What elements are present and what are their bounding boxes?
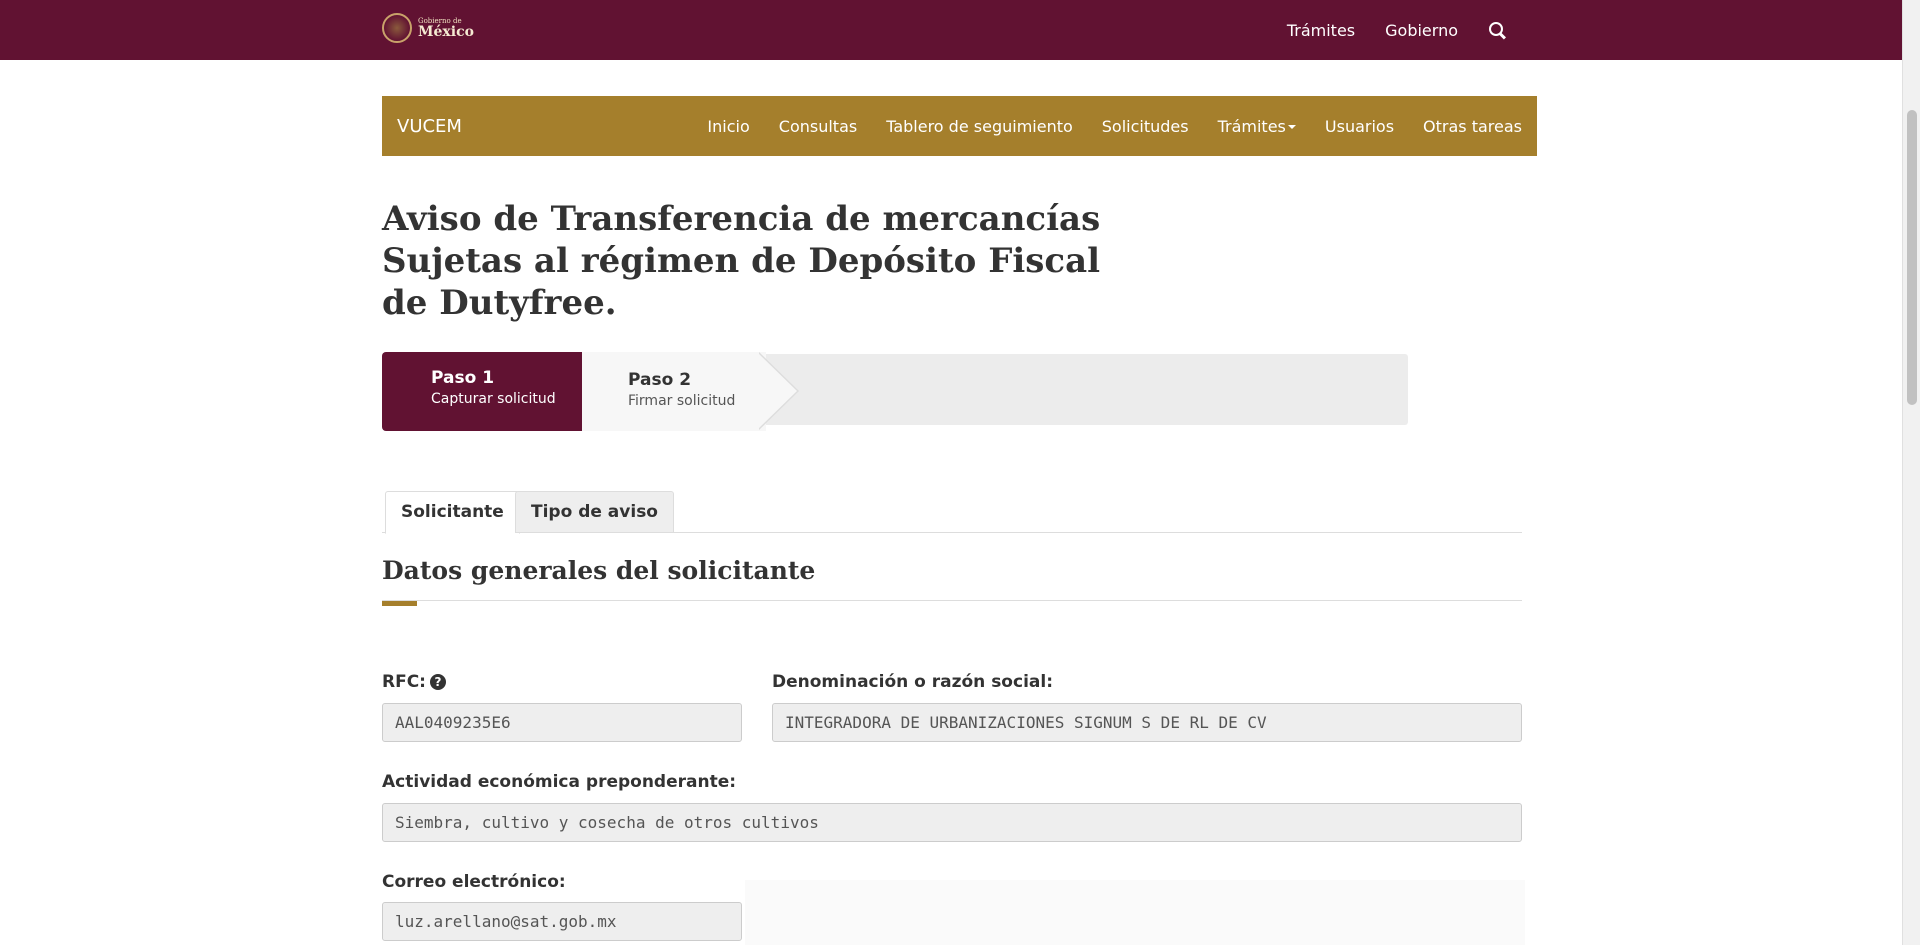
section-divider (382, 600, 1522, 601)
step-2-title: Paso 2 (628, 370, 692, 390)
actividad-label: Actividad económica preponderante: (382, 772, 737, 792)
menu-tramites-label: Trámites (1217, 116, 1286, 136)
step-1: Paso 1 Capturar solicitud (382, 352, 582, 431)
step-2-subtitle: Firmar solicitud (628, 393, 736, 409)
menu-solicitudes[interactable]: Solicitudes (1102, 117, 1189, 136)
menu-consultas[interactable]: Consultas (779, 117, 857, 136)
tab-tipo-de-aviso[interactable]: Tipo de aviso (515, 491, 674, 533)
correo-label: Correo electrónico: (382, 872, 566, 892)
menu-tramites-dropdown[interactable]: Trámites (1218, 117, 1296, 136)
menu-otras-tareas[interactable]: Otras tareas (1423, 117, 1522, 136)
search-icon[interactable] (1488, 21, 1506, 39)
menu-tablero[interactable]: Tablero de seguimiento (886, 117, 1073, 136)
section-title: Datos generales del solicitante (382, 556, 816, 585)
menu-usuarios[interactable]: Usuarios (1325, 117, 1394, 136)
menu-inicio[interactable]: Inicio (707, 117, 749, 136)
government-nav: Trámites Gobierno (1287, 0, 1506, 60)
government-header: Gobierno de México Trámites Gobierno (0, 0, 1902, 60)
vucem-brand[interactable]: VUCEM (397, 116, 462, 137)
wizard-stepper: Paso 1 Capturar solicitud Paso 2 Firmar … (382, 352, 1408, 431)
question-circle-icon[interactable]: ? (429, 674, 446, 690)
vucem-menu: Inicio Consultas Tablero de seguimiento … (707, 117, 1522, 136)
page-scrollbar[interactable] (1902, 0, 1920, 945)
page-title: Aviso de Transferencia de mercancías Suj… (382, 199, 1101, 323)
caret-down-icon (1287, 125, 1296, 129)
tab-solicitante[interactable]: Solicitante (385, 491, 520, 534)
vucem-navbar: VUCEM Inicio Consultas Tablero de seguim… (382, 96, 1537, 156)
rfc-field[interactable]: AAL0409235E6 (382, 703, 742, 742)
logo-big-text: México (418, 23, 474, 40)
correo-field[interactable]: luz.arellano@sat.gob.mx (382, 902, 742, 941)
form-background (745, 880, 1525, 945)
step-1-title: Paso 1 (431, 368, 495, 388)
step-1-subtitle: Capturar solicitud (431, 391, 556, 407)
razon-social-field[interactable]: INTEGRADORA DE URBANIZACIONES SIGNUM S D… (772, 703, 1522, 742)
section-accent-bar (382, 601, 417, 606)
form-tabs: Solicitante Tipo de aviso (382, 491, 1522, 534)
razon-social-label: Denominación o razón social: (772, 672, 1053, 692)
mexico-seal-icon (382, 13, 412, 43)
rfc-label: RFC:? (382, 672, 446, 692)
nav-tramites-link[interactable]: Trámites (1287, 21, 1355, 40)
nav-gobierno-link[interactable]: Gobierno (1385, 21, 1458, 40)
step-2-arrow (757, 352, 797, 430)
scrollbar-thumb[interactable] (1907, 110, 1917, 405)
gobierno-de-mexico-logo[interactable]: Gobierno de México (382, 13, 474, 43)
actividad-field[interactable]: Siembra, cultivo y cosecha de otros cult… (382, 803, 1522, 842)
